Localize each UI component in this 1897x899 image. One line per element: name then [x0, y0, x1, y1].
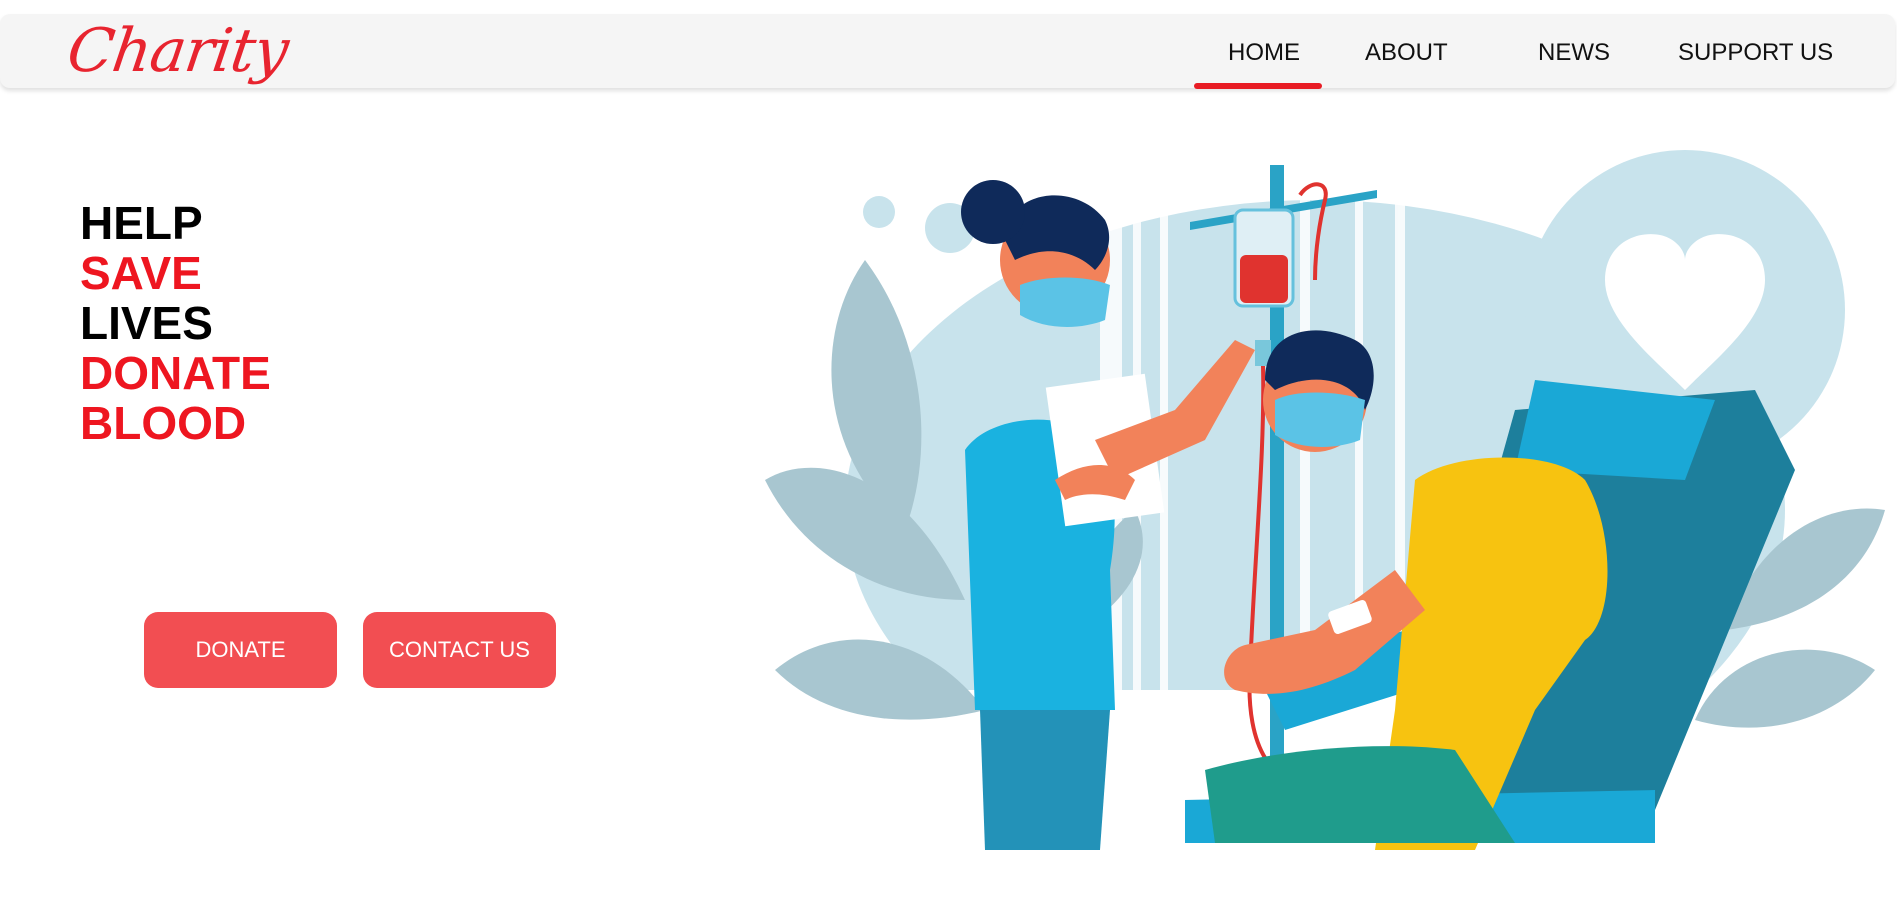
hero-line-lives: LIVES	[80, 297, 213, 349]
hero-line-help: HELP	[80, 197, 203, 249]
contact-us-button[interactable]: CONTACT US	[363, 612, 556, 688]
hero-heading: HELP SAVE LIVES DONATE BLOOD	[80, 198, 271, 448]
brand-logo[interactable]: Charity	[63, 14, 293, 88]
blood-donation-illustration	[755, 150, 1885, 850]
nav-home[interactable]: HOME	[1194, 14, 1322, 89]
nav-news[interactable]: NEWS	[1538, 14, 1610, 88]
hero-line-blood: BLOOD	[80, 397, 247, 449]
nav-support-us[interactable]: SUPPORT US	[1678, 14, 1833, 88]
hero-line-save: SAVE	[80, 247, 202, 299]
navbar: Charity HOME ABOUT NEWS SUPPORT US	[0, 14, 1895, 89]
nav-about[interactable]: ABOUT	[1365, 14, 1448, 88]
hero-line-donate: DONATE	[80, 347, 271, 399]
decor-circle	[863, 196, 895, 228]
donate-button[interactable]: DONATE	[144, 612, 337, 688]
